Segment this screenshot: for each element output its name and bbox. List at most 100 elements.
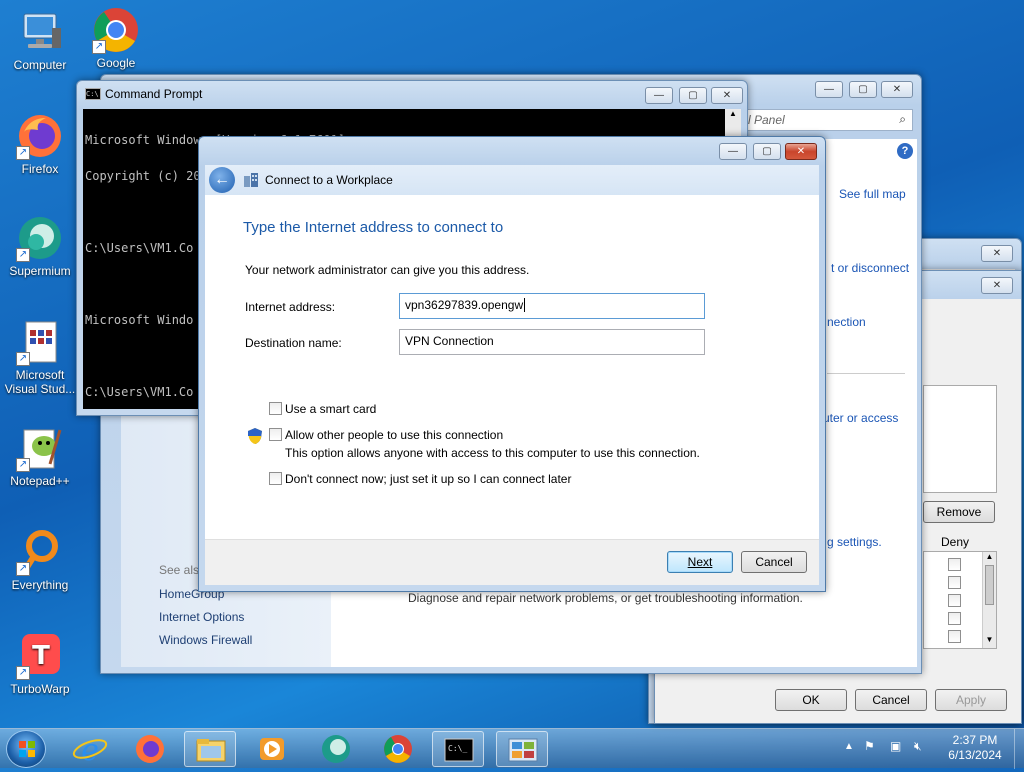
see-also-windows-firewall[interactable]: Windows Firewall (159, 633, 252, 647)
connect-disconnect-link[interactable]: t or disconnect (831, 261, 909, 275)
desktop-icon-label: TurboWarp (10, 682, 70, 696)
desktop-icon-turbowarp[interactable]: T ↗ TurboWarp (2, 632, 78, 696)
scrollbar[interactable]: ▲ ▼ (982, 552, 996, 648)
allow-others-note: This option allows anyone with access to… (285, 446, 700, 460)
dont-connect-label[interactable]: Don't connect now; just set it up so I c… (285, 472, 571, 486)
wizard-header: ← Connect to a Workplace (205, 165, 819, 195)
close-button[interactable]: ✕ (881, 81, 913, 98)
smart-card-checkbox[interactable] (269, 402, 282, 415)
cmd-icon: C:\_ (444, 738, 474, 762)
close-button[interactable]: ✕ (711, 87, 743, 104)
desktop-icon-visual-studio[interactable]: ↗ Microsoft Visual Stud... (2, 318, 78, 396)
destination-name-input[interactable]: VPN Connection (399, 329, 705, 355)
close-button[interactable]: ✕ (981, 277, 1013, 294)
internet-address-value: vpn36297839.opengw (405, 298, 524, 312)
shortcut-arrow-icon: ↗ (16, 562, 30, 576)
cancel-button[interactable]: Cancel (855, 689, 927, 711)
windows-logo-icon (19, 741, 35, 757)
shortcut-arrow-icon: ↗ (16, 666, 30, 680)
show-desktop-button[interactable] (1014, 729, 1024, 769)
destination-name-value: VPN Connection (405, 334, 494, 348)
taskbar-control-panel[interactable] (496, 731, 548, 767)
internet-address-input[interactable]: vpn36297839.opengw (399, 293, 705, 319)
desktop-icon-everything[interactable]: ↗ Everything (2, 528, 78, 592)
change-settings-link[interactable]: g settings. (827, 535, 882, 549)
show-hidden-icons-button[interactable]: ▲ (844, 741, 854, 752)
permissions-listbox[interactable] (923, 385, 997, 493)
taskbar-firefox[interactable] (124, 731, 176, 767)
allow-others-label[interactable]: Allow other people to use this connectio… (285, 428, 503, 442)
taskbar-explorer[interactable] (184, 731, 236, 767)
maximize-button[interactable]: ▢ (753, 143, 781, 160)
deny-checkbox[interactable] (948, 630, 961, 643)
maximize-button[interactable]: ▢ (849, 81, 877, 98)
connect-workplace-dialog: — ▢ ✕ ← Connect to a Workplace Type the … (198, 136, 826, 592)
allow-others-checkbox[interactable] (269, 428, 282, 441)
wizard-content: Type the Internet address to connect to … (205, 195, 819, 539)
search-input[interactable]: l Panel ⌕ (741, 109, 913, 131)
firefox-icon (136, 735, 164, 763)
shortcut-arrow-icon: ↗ (16, 458, 30, 472)
minimize-button[interactable]: — (719, 143, 747, 160)
deny-checkbox[interactable] (948, 576, 961, 589)
action-center-flag-icon[interactable]: ⚑ (864, 739, 875, 753)
internet-address-label: Internet address: (245, 300, 336, 314)
back-arrow-icon[interactable]: ← (209, 167, 235, 193)
chrome-icon (384, 735, 412, 763)
computer-icon (16, 8, 64, 56)
shortcut-arrow-icon: ↗ (16, 352, 30, 366)
connection-link[interactable]: nection (827, 315, 866, 329)
taskbar-supermium[interactable] (310, 731, 362, 767)
desktop-icon-supermium[interactable]: ↗ Supermium (2, 214, 78, 278)
svg-text:C:\_: C:\_ (448, 744, 467, 753)
uac-shield-icon (247, 427, 263, 445)
deny-checkbox[interactable] (948, 594, 961, 607)
volume-muted-icon[interactable]: 🔇︎ (914, 739, 922, 754)
desktop-icon-computer[interactable]: Computer (2, 8, 78, 72)
apply-button[interactable]: Apply (935, 689, 1007, 711)
remove-button[interactable]: Remove (923, 501, 995, 523)
close-button[interactable]: ✕ (981, 245, 1013, 262)
minimize-button[interactable]: — (645, 87, 673, 104)
desktop-icon-notepadpp[interactable]: ↗ Notepad++ (2, 424, 78, 488)
minimize-button[interactable]: — (815, 81, 843, 98)
desktop-icon-label: Firefox (21, 162, 59, 176)
everything-icon: ↗ (16, 528, 64, 576)
help-icon[interactable]: ? (897, 143, 913, 159)
shortcut-arrow-icon: ↗ (92, 40, 106, 54)
clock[interactable]: 2:37 PM 6/13/2024 (940, 733, 1010, 763)
clock-time: 2:37 PM (952, 733, 998, 747)
folder-icon (196, 739, 226, 762)
window-title: Command Prompt (105, 87, 203, 101)
setup-access-link[interactable]: uter or access (823, 411, 898, 425)
cmd-icon: C:\ (85, 88, 101, 100)
destination-name-label: Destination name: (245, 336, 342, 350)
taskbar-command-prompt[interactable]: C:\_ (432, 731, 484, 767)
see-also-internet-options[interactable]: Internet Options (159, 610, 244, 624)
dont-connect-checkbox[interactable] (269, 472, 282, 485)
close-button[interactable]: ✕ (785, 143, 817, 160)
deny-checkbox[interactable] (948, 612, 961, 625)
ok-button[interactable]: OK (775, 689, 847, 711)
intro-text: Your network administrator can give you … (245, 263, 530, 277)
taskbar-chrome[interactable] (372, 731, 424, 767)
deny-checkbox[interactable] (948, 558, 961, 571)
cancel-button[interactable]: Cancel (741, 551, 807, 573)
internet-explorer-icon: e (72, 733, 108, 768)
network-icon[interactable]: ▣ (890, 739, 901, 753)
see-full-map-link[interactable]: See full map (839, 187, 906, 201)
desktop-icon-google[interactable]: ↗ Google (78, 6, 154, 70)
start-button[interactable] (6, 730, 46, 768)
next-button[interactable]: Next (667, 551, 733, 573)
firefox-icon: ↗ (16, 112, 64, 160)
taskbar-media-player[interactable] (246, 731, 298, 767)
maximize-button[interactable]: ▢ (679, 87, 707, 104)
taskbar-internet-explorer[interactable]: e (64, 731, 116, 768)
desktop-icon-label: Notepad++ (10, 474, 70, 488)
desktop-icon-firefox[interactable]: ↗ Firefox (2, 112, 78, 176)
search-placeholder: l Panel (748, 113, 785, 127)
smart-card-label[interactable]: Use a smart card (285, 402, 376, 416)
wizard-title: Connect to a Workplace (265, 173, 393, 187)
clock-date: 6/13/2024 (948, 748, 1002, 762)
control-panel-icon (508, 738, 538, 762)
